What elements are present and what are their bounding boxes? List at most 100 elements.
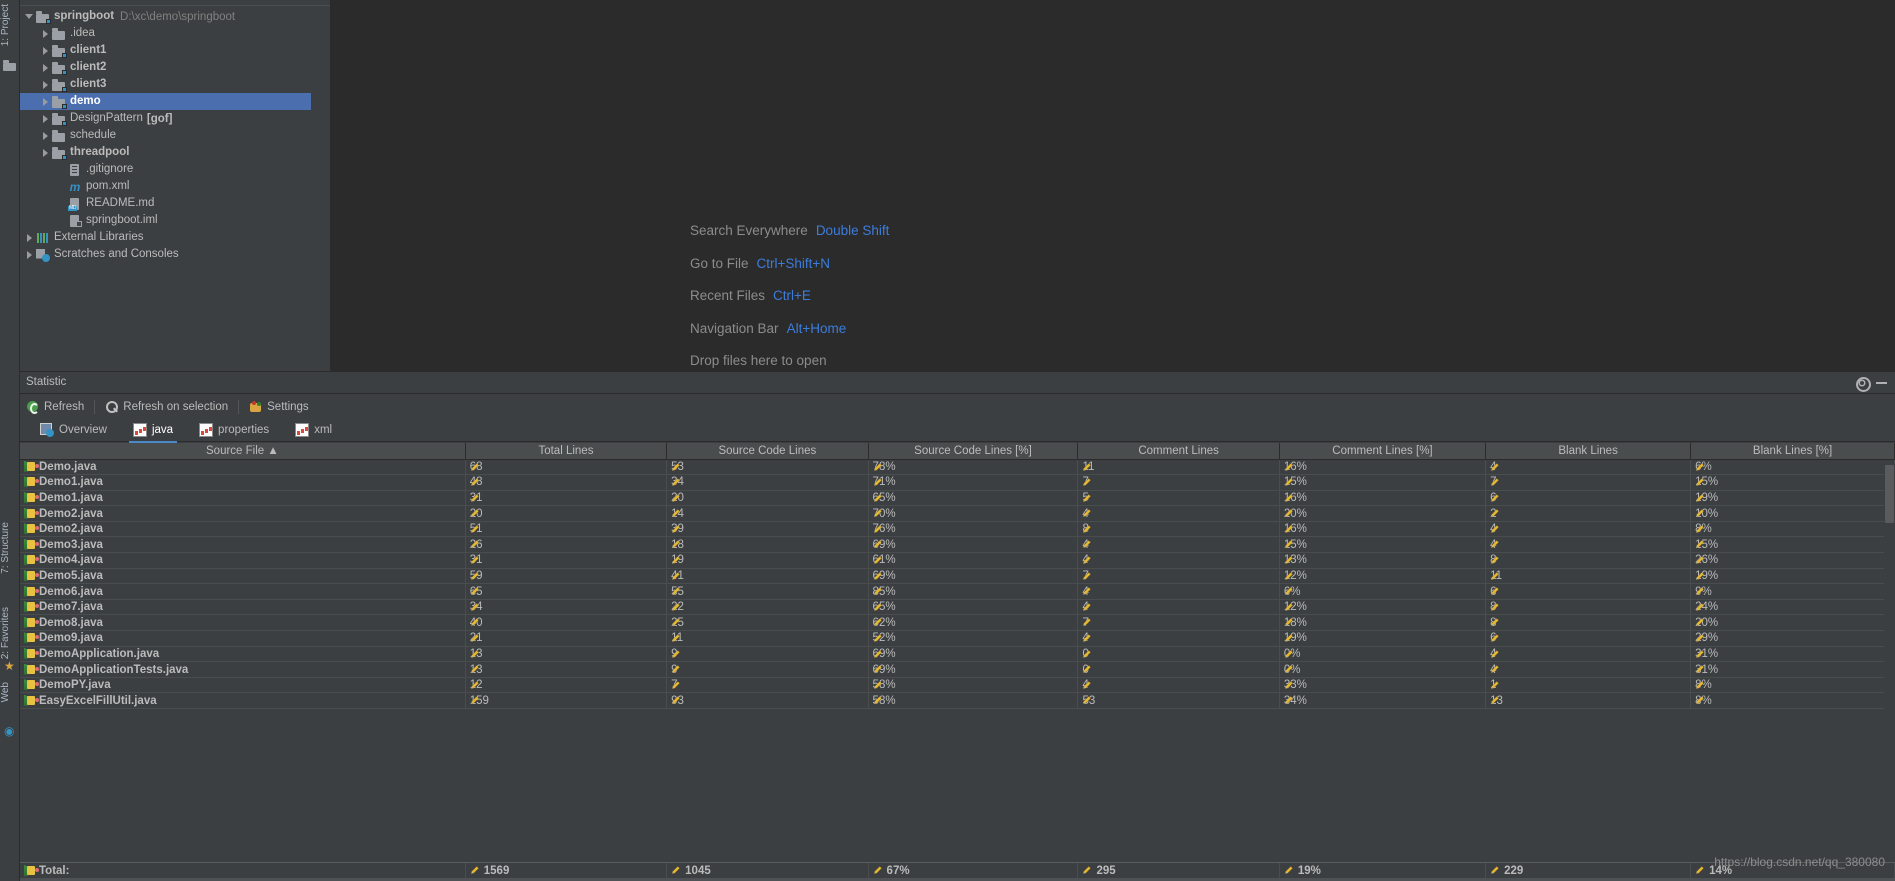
cell-src: 41	[666, 568, 869, 585]
tab-overview[interactable]: Overview	[38, 421, 109, 440]
tab-xml[interactable]: xml	[293, 421, 334, 440]
cell-src-pct: 65%	[868, 599, 1079, 616]
scrollbar-thumb[interactable]	[1885, 465, 1894, 523]
pencil-icon	[873, 696, 882, 705]
chevron-right-icon[interactable]	[40, 147, 51, 158]
tree-item-scratches-and-consoles[interactable]: Scratches and Consoles	[20, 246, 330, 263]
chevron-right-icon[interactable]	[40, 62, 51, 73]
pencil-icon	[1491, 493, 1499, 502]
tree-item-label: External Libraries	[54, 231, 144, 243]
column-header-1[interactable]: Total Lines	[465, 443, 668, 460]
table-row[interactable]: Demo4.java 311961%413%826%	[20, 552, 1895, 569]
tree-item-demo[interactable]: demo	[20, 93, 311, 110]
chevron-right-icon[interactable]	[24, 249, 35, 260]
table-row[interactable]: Demo8.java 402562%718%820%	[20, 614, 1895, 632]
cell-src-pct: 70%	[868, 505, 1079, 522]
tree-item-threadpool[interactable]: threadpool	[20, 144, 330, 161]
cell-comment-pct: 16%	[1279, 490, 1487, 507]
cell-comment: 4	[1077, 552, 1280, 569]
rail-button-web[interactable]: Web	[0, 680, 20, 704]
cell-value: 229	[1504, 865, 1524, 877]
tree-item-readme-md[interactable]: MD README.md	[20, 195, 330, 212]
gear-icon[interactable]	[1855, 376, 1871, 392]
table-row[interactable]: Demo1.java483471%715%715%	[20, 474, 1895, 491]
tab-properties[interactable]: properties	[197, 421, 271, 440]
editor-empty-area[interactable]: Search Everywhere Double Shift Go to File C…	[331, 0, 1895, 371]
column-header-4[interactable]: Comment Lines	[1077, 443, 1280, 460]
tree-item--gitignore[interactable]: .gitignore	[20, 161, 330, 178]
column-header-0[interactable]: Source File ▲	[20, 443, 466, 460]
source-file-label: DemoPY.java	[39, 679, 111, 692]
table-row[interactable]: DemoApplicationTests.java 13969%00%431%	[20, 661, 1895, 678]
java-class-icon	[24, 554, 39, 565]
cell-src: 53	[666, 459, 869, 476]
scratches-icon	[36, 248, 50, 262]
pencil-icon	[1284, 462, 1293, 471]
table-vertical-scrollbar[interactable]	[1884, 463, 1895, 857]
project-tree[interactable]: springboot D:\xc\demo\springboot .idea clie…	[20, 6, 330, 263]
table-row[interactable]: Demo6.java 655585%46%69%	[20, 583, 1895, 600]
cell-src-pct: 71%	[868, 474, 1079, 491]
table-row[interactable]: Demo1.java 312065%516%619%	[20, 490, 1895, 507]
tab-java[interactable]: java	[128, 421, 178, 443]
chevron-right-icon[interactable]	[40, 45, 51, 56]
cell-blank-pct: 8%	[1690, 692, 1895, 709]
java-class-icon	[24, 508, 39, 519]
column-header-5[interactable]: Comment Lines [%]	[1279, 443, 1487, 460]
cell-total-src-pct: 67%	[868, 863, 1079, 879]
cell-blank-pct: 10%	[1690, 505, 1895, 522]
column-header-6[interactable]: Blank Lines	[1485, 443, 1692, 460]
table-row[interactable]: Demo5.java 594169%712%1119%	[20, 568, 1895, 585]
table-row[interactable]: Demo3.java261869%415%415%	[20, 536, 1895, 554]
rail-button-structure[interactable]: 7: Structure	[0, 520, 20, 576]
table-row[interactable]: Demo9.java 211152%419%629%	[20, 630, 1895, 647]
chevron-right-icon[interactable]	[40, 113, 51, 124]
settings-button-label: Settings	[267, 400, 309, 413]
refresh-button[interactable]: Refresh	[26, 400, 84, 414]
chevron-right-icon[interactable]	[40, 28, 51, 39]
table-row[interactable]: Demo7.java 342265%412%824%	[20, 599, 1895, 616]
table-row[interactable]: Demo.java 685378%1116%46%	[20, 459, 1895, 476]
pencil-icon	[470, 681, 479, 689]
tree-item-client2[interactable]: client2	[20, 59, 330, 76]
settings-button[interactable]: Settings	[249, 400, 309, 414]
rail-button-favorites[interactable]: 2: Favorites	[0, 605, 20, 661]
chevron-right-icon[interactable]	[40, 130, 51, 141]
cell-total-comment: 295	[1077, 863, 1280, 879]
column-header-2[interactable]: Source Code Lines	[666, 443, 869, 460]
chevron-right-icon[interactable]	[40, 96, 51, 107]
minimize-icon[interactable]	[1875, 376, 1889, 390]
tree-item-client3[interactable]: client3	[20, 76, 330, 93]
cell-source-file: Demo9.java	[20, 630, 466, 647]
chevron-right-icon[interactable]	[24, 232, 35, 243]
rail-button-project[interactable]: 1: Project	[0, 2, 20, 48]
tree-item-springboot[interactable]: springboot D:\xc\demo\springboot	[20, 8, 330, 25]
tree-item--idea[interactable]: .idea	[20, 25, 330, 42]
tree-item-schedule[interactable]: schedule	[20, 127, 330, 144]
column-header-7[interactable]: Blank Lines [%]	[1690, 443, 1895, 460]
pencil-icon	[1284, 556, 1293, 564]
refresh-on-selection-button[interactable]: Refresh on selection	[105, 400, 228, 414]
cell-source-file: Demo1.java	[20, 490, 466, 507]
cell-comment: 4	[1077, 677, 1280, 694]
pencil-icon	[1696, 681, 1704, 689]
tree-item-client1[interactable]: client1	[20, 42, 330, 59]
chevron-right-icon[interactable]	[40, 79, 51, 90]
table-row[interactable]: DemoApplication.java 13969%00%431%	[20, 646, 1895, 663]
column-header-3[interactable]: Source Code Lines [%]	[868, 443, 1079, 460]
java-class-icon	[24, 601, 39, 612]
folder-icon	[3, 60, 17, 71]
tree-item-springboot-iml[interactable]: springboot.iml	[20, 212, 330, 229]
table-row[interactable]: EasyExcelFillUtil.java 1599358%5334%138%	[20, 692, 1895, 709]
chevron-down-icon[interactable]	[24, 11, 35, 22]
statistic-table-container[interactable]: Source File ▲ Total Lines Source Code Line…	[20, 443, 1895, 881]
table-header-row[interactable]: Source File ▲ Total Lines Source Code Line…	[20, 443, 1895, 460]
cell-src-pct: 69%	[868, 661, 1079, 678]
table-row[interactable]: DemoPY.java 12758%433%18%	[20, 677, 1895, 694]
tree-item-pom-xml[interactable]: m pom.xml	[20, 178, 330, 195]
tree-item-designpattern[interactable]: DesignPattern [gof]	[20, 110, 330, 127]
table-row[interactable]: Demo2.java 513976%816%48%	[20, 521, 1895, 538]
table-row[interactable]: Demo2.java 201470%420%210%	[20, 505, 1895, 522]
tree-item-external-libraries[interactable]: External Libraries	[20, 229, 330, 246]
pencil-icon	[672, 866, 680, 874]
